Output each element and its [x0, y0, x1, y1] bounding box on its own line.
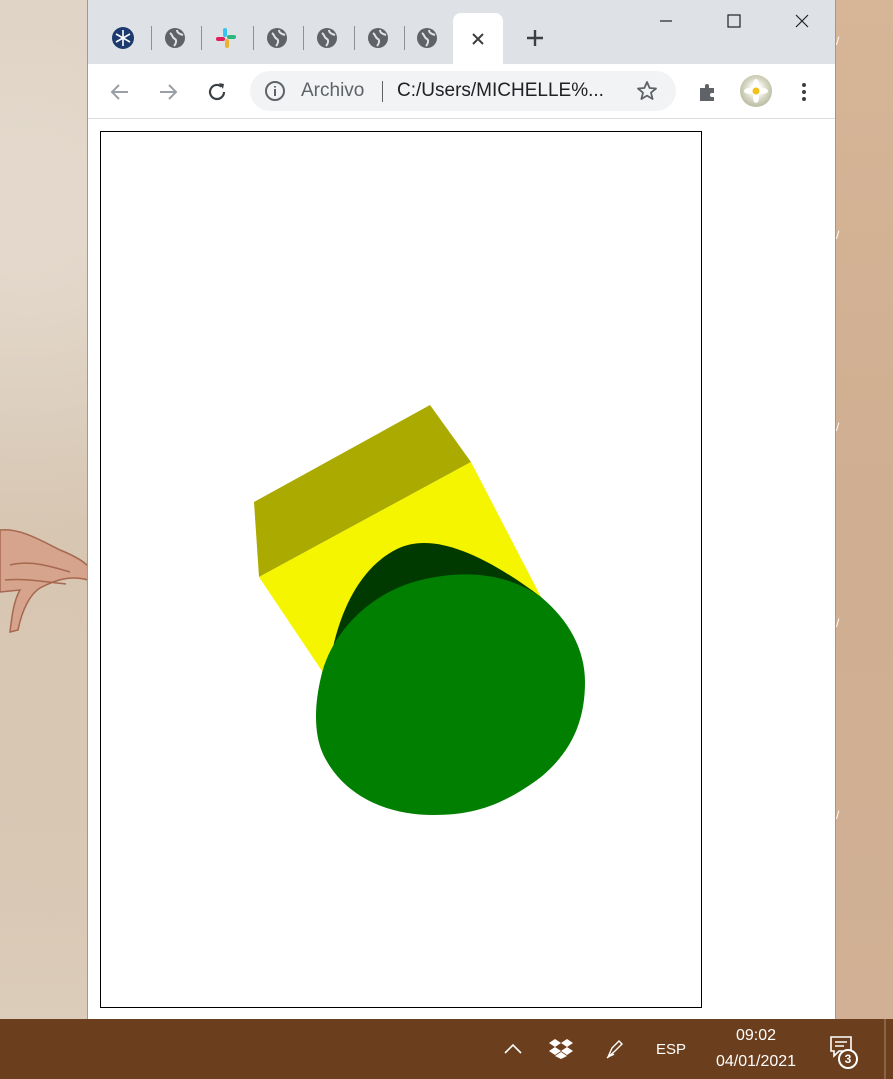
snowflake-favicon-icon — [112, 27, 134, 49]
kebab-menu-icon — [802, 83, 806, 101]
tab-strip — [88, 0, 835, 64]
tab-globe-2[interactable] — [263, 24, 291, 52]
pen-tray-button[interactable] — [603, 1037, 627, 1061]
tab-globe-3[interactable] — [313, 24, 341, 52]
tab-separator — [354, 26, 355, 50]
tab-separator — [201, 26, 202, 50]
desktop-icon-fragment: / — [836, 808, 840, 822]
star-icon[interactable] — [636, 80, 658, 102]
desktop-icon-fragment: / — [836, 420, 840, 434]
tab-snowflake[interactable] — [109, 24, 137, 52]
forward-arrow-icon — [160, 84, 178, 100]
back-arrow-icon — [110, 84, 128, 100]
desktop-icon-fragment: / — [836, 228, 840, 242]
daisy-avatar-icon — [744, 79, 768, 103]
3d-scene — [254, 405, 585, 815]
minimize-icon — [660, 20, 672, 22]
globe-icon — [317, 28, 337, 48]
clock-time[interactable]: 09:02 — [712, 1027, 800, 1045]
globe-icon — [417, 28, 437, 48]
minimize-button[interactable] — [643, 6, 689, 36]
input-language-indicator[interactable]: ESP — [652, 1037, 690, 1061]
wallpaper-right — [836, 0, 893, 1019]
globe-icon — [267, 28, 287, 48]
wallpaper-left — [0, 0, 88, 1019]
globe-icon — [368, 28, 388, 48]
profile-avatar[interactable] — [740, 75, 772, 107]
browser-toolbar: Archivo C:/Users/MICHELLE%... — [88, 64, 835, 119]
address-separator — [382, 81, 383, 102]
tab-globe-4[interactable] — [364, 24, 392, 52]
tab-slack[interactable] — [212, 24, 240, 52]
show-desktop-button[interactable] — [884, 1019, 886, 1079]
scene-canvas[interactable] — [100, 131, 702, 1008]
tab-separator — [303, 26, 304, 50]
tab-active[interactable] — [453, 13, 503, 64]
reload-button[interactable] — [201, 76, 233, 108]
desktop-icon-fragment: / — [836, 34, 840, 48]
maximize-icon — [727, 14, 741, 28]
pen-icon — [606, 1040, 623, 1059]
tab-separator — [253, 26, 254, 50]
back-button[interactable] — [104, 76, 136, 108]
tab-separator — [404, 26, 405, 50]
hand-artwork — [0, 529, 89, 633]
new-tab-button[interactable] — [521, 24, 549, 52]
desktop-icon-fragment: / — [836, 616, 840, 630]
tab-separator — [151, 26, 152, 50]
browser-menu-button[interactable] — [788, 76, 820, 108]
extensions-button[interactable] — [692, 76, 724, 108]
slack-icon — [216, 28, 236, 48]
address-scheme-label: Archivo — [301, 80, 365, 101]
tab-globe-5[interactable] — [413, 24, 441, 52]
chevron-up-icon — [504, 1043, 522, 1054]
notification-count-badge: 3 — [838, 1049, 858, 1069]
window-close-button[interactable] — [779, 6, 825, 36]
clock-date[interactable]: 04/01/2021 — [706, 1053, 806, 1071]
show-hidden-icons-button[interactable] — [502, 1037, 524, 1061]
maximize-button[interactable] — [711, 6, 757, 36]
address-url[interactable]: C:/Users/MICHELLE%... — [397, 80, 604, 102]
forward-button[interactable] — [152, 76, 184, 108]
taskbar: ESP 09:02 04/01/2021 3 — [0, 1019, 893, 1079]
puzzle-icon — [700, 84, 714, 101]
browser-window: Archivo C:/Users/MICHELLE%... — [87, 0, 836, 1019]
dropbox-icon — [549, 1039, 573, 1059]
globe-icon — [165, 28, 185, 48]
dropbox-tray-button[interactable] — [549, 1037, 573, 1061]
page-viewport — [88, 119, 835, 1019]
close-icon — [795, 14, 809, 28]
reload-icon — [208, 83, 226, 101]
address-bar[interactable]: Archivo C:/Users/MICHELLE%... — [250, 71, 676, 111]
info-icon[interactable] — [264, 80, 286, 102]
tab-globe-1[interactable] — [161, 24, 189, 52]
plus-icon — [527, 30, 543, 46]
close-icon[interactable] — [470, 31, 486, 47]
